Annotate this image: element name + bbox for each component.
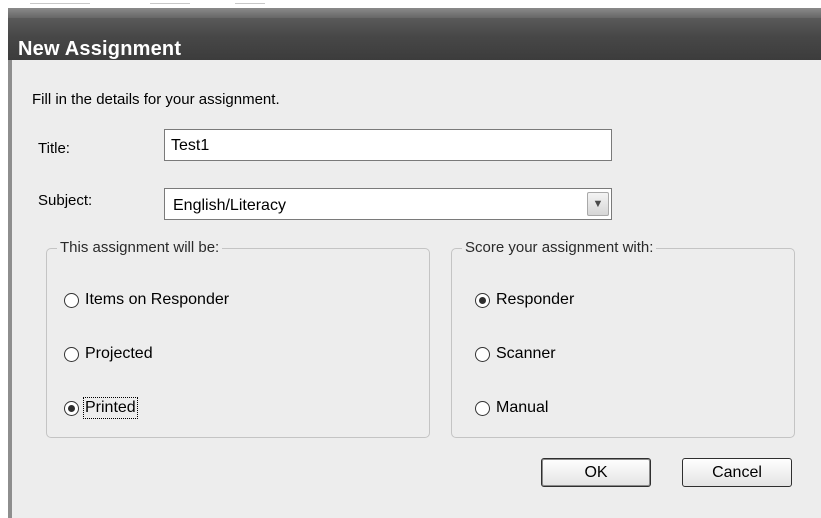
subject-select[interactable]: English/Literacy ▼	[164, 188, 612, 220]
radio-button-icon	[475, 400, 490, 416]
radio-button-icon	[64, 346, 79, 362]
radio-items-on-responder[interactable]: Items on Responder	[64, 291, 229, 309]
title-input[interactable]: Test1	[164, 129, 612, 161]
radio-label: Printed	[83, 397, 138, 419]
subject-label: Subject:	[38, 192, 93, 209]
ok-button[interactable]: OK	[541, 458, 651, 487]
radio-button-icon	[475, 292, 490, 308]
radio-printed[interactable]: Printed	[64, 397, 138, 419]
strip-line	[235, 3, 265, 4]
radio-label: Items on Responder	[85, 291, 230, 308]
radio-label: Manual	[496, 399, 549, 416]
radio-label: Projected	[85, 345, 153, 362]
chevron-down-icon[interactable]: ▼	[587, 192, 609, 216]
new-assignment-dialog: New Assignment Fill in the details for y…	[8, 8, 821, 518]
assignment-type-legend: This assignment will be:	[57, 239, 223, 256]
cancel-button[interactable]: Cancel	[682, 458, 792, 487]
radio-button-icon	[475, 346, 490, 362]
radio-button-icon	[64, 292, 79, 308]
titlebar[interactable]: New Assignment	[8, 18, 821, 60]
window-border	[8, 60, 12, 518]
radio-label: Responder	[496, 291, 575, 308]
title-label: Title:	[38, 140, 70, 157]
background-strip	[0, 0, 821, 8]
radio-projected[interactable]: Projected	[64, 345, 153, 363]
radio-button-icon	[64, 400, 79, 416]
scoring-legend: Score your assignment with:	[462, 239, 657, 256]
strip-line	[30, 3, 90, 4]
radio-selected-dot	[479, 296, 486, 304]
instructions-text: Fill in the details for your assignment.	[32, 91, 280, 108]
dialog-title: New Assignment	[18, 38, 182, 60]
subject-value: English/Literacy	[173, 197, 286, 214]
radio-label: Scanner	[496, 345, 556, 362]
radio-manual[interactable]: Manual	[475, 399, 548, 417]
strip-line	[150, 3, 190, 4]
radio-responder[interactable]: Responder	[475, 291, 574, 309]
radio-scanner[interactable]: Scanner	[475, 345, 556, 363]
radio-selected-dot	[68, 404, 75, 412]
